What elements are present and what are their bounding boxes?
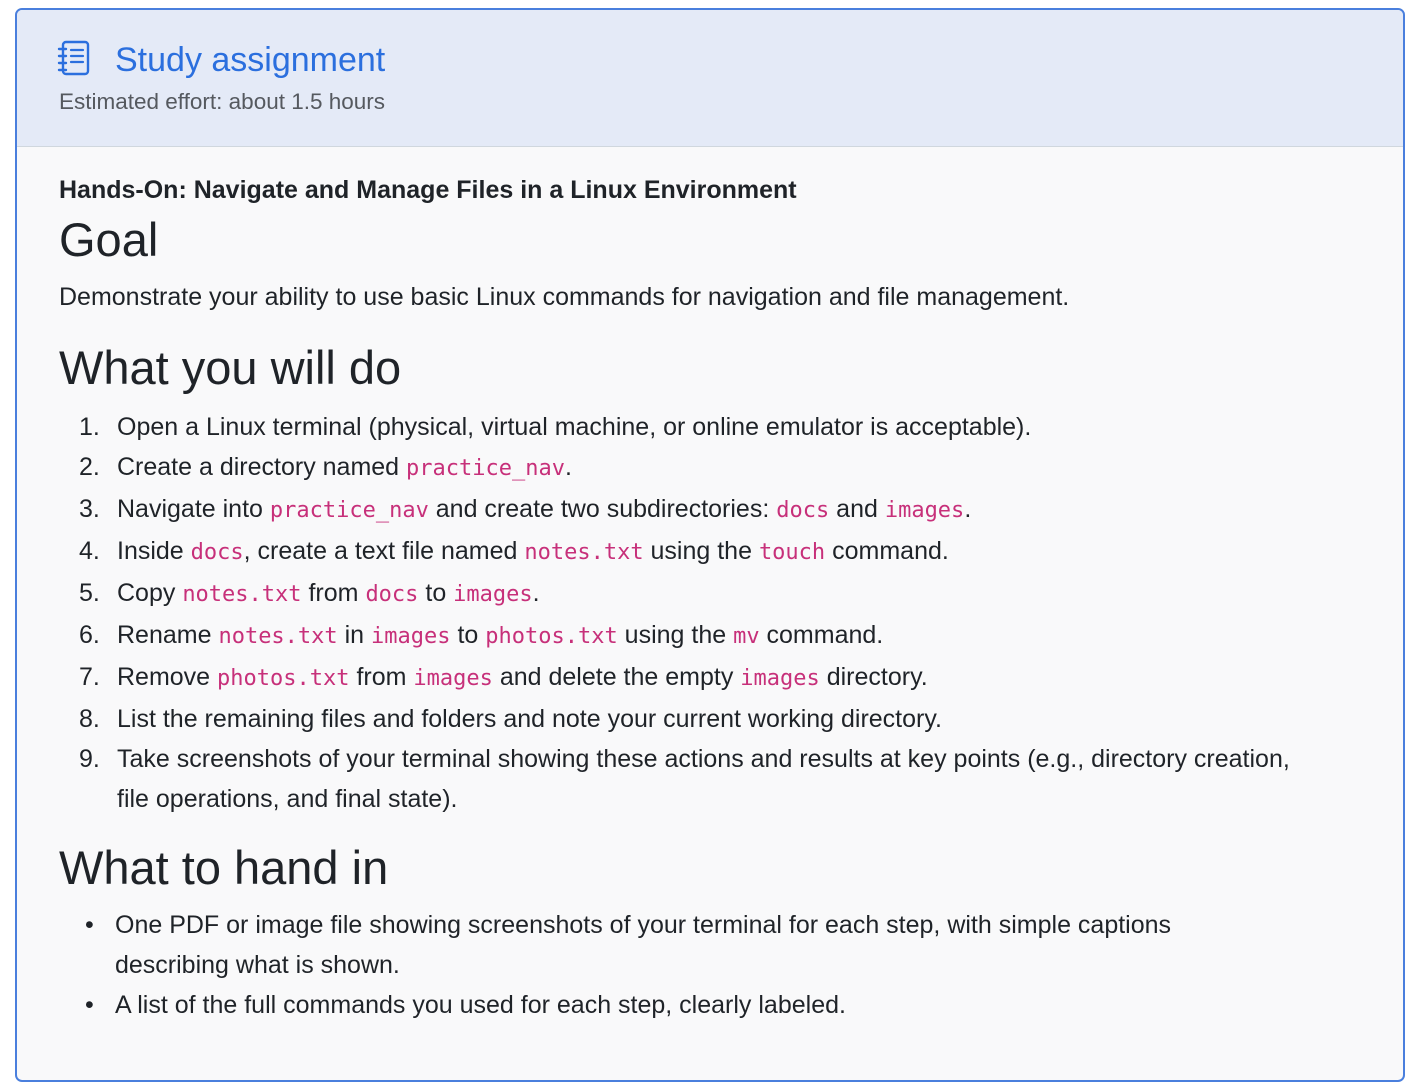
step-number: 2.: [79, 453, 100, 481]
inline-code: docs: [776, 498, 830, 523]
step-number: 1.: [79, 413, 100, 441]
inline-code: images: [740, 666, 820, 691]
deliverable-text: One PDF or image file showing screenshot…: [115, 911, 1172, 979]
step-item: 9. Take screenshots of your terminal show…: [59, 739, 1317, 819]
bullet-icon: •: [85, 991, 94, 1019]
steps-list: 1. Open a Linux terminal (physical, virtu…: [59, 407, 1403, 819]
step-number: 8.: [79, 705, 100, 733]
deliverables-list: • One PDF or image file showing screensho…: [59, 905, 1403, 1025]
estimated-effort: Estimated effort: about 1.5 hours: [59, 89, 386, 114]
inline-code: docs: [365, 582, 419, 607]
inline-code: images: [371, 624, 451, 649]
step-number: 6.: [79, 621, 100, 649]
what-you-will-do-heading: What you will do: [59, 341, 402, 394]
step-number: 7.: [79, 663, 100, 691]
step-number: 4.: [79, 537, 100, 565]
inline-code: notes.txt: [218, 624, 338, 649]
goal-heading: Goal: [59, 213, 159, 266]
inline-code: docs: [190, 540, 244, 565]
deliverable-item: • A list of the full commands you used fo…: [59, 985, 1285, 1025]
inline-code: photos.txt: [217, 666, 350, 691]
step-item: 2. Create a directory named practice_nav.: [59, 447, 1317, 489]
study-assignment-card: Study assignment Estimated effort: about…: [15, 8, 1405, 1082]
deliverable-text: A list of the full commands you used for…: [115, 991, 846, 1019]
inline-code: images: [884, 498, 965, 523]
assignment-subtitle: Hands-On: Navigate and Manage Files in a…: [59, 176, 797, 204]
assignment-body: Hands-On: Navigate and Manage Files in a…: [17, 147, 1403, 1025]
bullet-icon: •: [85, 911, 94, 939]
inline-code: practice_nav: [406, 456, 565, 481]
assignment-header: Study assignment Estimated effort: about…: [17, 10, 1403, 147]
inline-code: images: [453, 582, 533, 607]
inline-code: mv: [733, 624, 760, 649]
step-item: 7. Remove photos.txt from images and dele…: [59, 657, 1317, 699]
goal-text: Demonstrate your ability to use basic Li…: [59, 283, 1070, 311]
step-item: 3. Navigate into practice_nav and create …: [59, 489, 1317, 531]
step-item: 8. List the remaining files and folders a…: [59, 699, 1317, 739]
step-item: 6. Rename notes.txt in images to photos.t…: [59, 615, 1317, 657]
inline-code: practice_nav: [269, 498, 429, 523]
inline-code: photos.txt: [485, 624, 618, 649]
step-item: 5. Copy notes.txt from docs to images.: [59, 573, 1317, 615]
assignment-title[interactable]: Study assignment: [115, 40, 385, 80]
inline-code: touch: [758, 540, 826, 565]
step-item: 1. Open a Linux terminal (physical, virtu…: [59, 407, 1317, 447]
step-number: 5.: [79, 579, 100, 607]
inline-code: images: [413, 666, 493, 691]
notebook-list-icon: [57, 40, 90, 76]
inline-code: notes.txt: [524, 540, 644, 565]
step-number: 3.: [79, 495, 100, 523]
step-item: 4. Inside docs, create a text file named …: [59, 531, 1317, 573]
deliverable-item: • One PDF or image file showing screensho…: [59, 905, 1285, 985]
step-number: 9.: [79, 745, 100, 773]
inline-code: notes.txt: [182, 582, 302, 607]
what-to-hand-in-heading: What to hand in: [59, 841, 389, 894]
